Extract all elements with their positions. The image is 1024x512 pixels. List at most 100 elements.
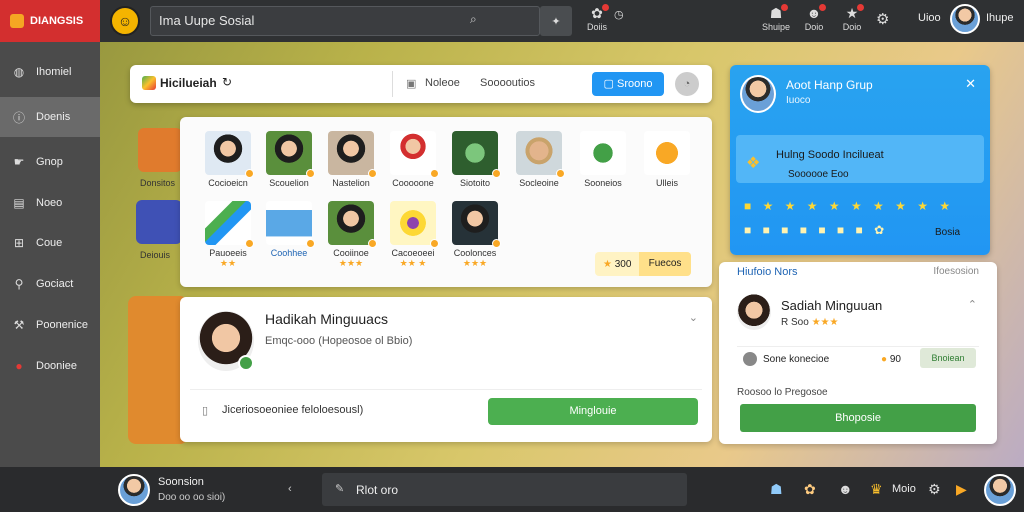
member-coin-button[interactable]: Bnoiean [920, 348, 976, 368]
attachment-icon[interactable]: ▯ [202, 404, 208, 417]
member-action-button[interactable]: Bhoposie [740, 404, 976, 432]
sidebar-item-2[interactable]: ⓘ Doenis [0, 97, 100, 137]
event-subtitle: Soooooe Eoo [788, 169, 849, 180]
group-info-card: Aoot Hanp Grup Iuoco ✕ ❖ Hulng Soodo Inc… [730, 65, 990, 255]
message-row: ▯ Jiceriosoeoniee feloloesousl) Mingloui… [190, 389, 702, 433]
top-user-label2[interactable]: Ihupe [986, 12, 1014, 24]
chat-icon: ▢ [603, 78, 617, 90]
close-icon[interactable]: ✕ [965, 76, 976, 92]
sticker-item[interactable]: Siotoito [444, 131, 506, 201]
sidebar-item-3[interactable]: ☛ Gnop [0, 142, 100, 182]
sticker-item[interactable]: Cacoeoeei ★★ ★ [382, 201, 444, 271]
bottom-friend-avatar[interactable] [984, 474, 1016, 506]
member-note: Roosoo lo Pregosoe [737, 387, 828, 398]
sticker-item[interactable]: Cooiinoe ★★★ [320, 201, 382, 271]
chevron-left-icon[interactable]: ‹ [288, 483, 292, 495]
sidebar-item-label: Gnop [36, 156, 63, 168]
trophy-icon[interactable]: ♛ [870, 481, 883, 498]
send-button[interactable]: Minglouie [488, 398, 698, 425]
top-shop[interactable]: ☗ Shuipe [756, 4, 796, 40]
left-deco-label2: Deiouis [140, 250, 171, 260]
left-deco-label: Donsitos [140, 178, 176, 188]
shop-icon[interactable]: ☗ [770, 481, 783, 498]
group-avatar[interactable] [740, 75, 776, 113]
gift-icon[interactable]: ✿ [804, 481, 816, 498]
left-deco-game-tile [138, 128, 182, 172]
top-status-icon[interactable]: ◷ [614, 8, 624, 21]
options-icon[interactable]: ◔ [675, 72, 699, 96]
sticker-item[interactable]: Socleoine [508, 131, 570, 201]
member-panel: Hiufoio Nors Ifoesosion Sadiah Minguuan … [719, 262, 997, 444]
play-icon[interactable]: ▶ [956, 481, 967, 498]
sidebar-item-7[interactable]: ⚒ Poonenice [0, 305, 100, 345]
sidebar-item-label: Doenis [36, 111, 71, 123]
divider [392, 71, 393, 97]
sticker-item[interactable]: Nastelion [320, 131, 382, 201]
sidebar-item-label: Noeo [36, 197, 63, 209]
notes-tab[interactable]: Noleoe [425, 77, 460, 89]
member-avatar[interactable] [737, 294, 771, 330]
more-label[interactable]: Moio [892, 483, 916, 495]
top-user-label[interactable]: Uioo [918, 12, 941, 24]
bottom-user-name: Soonsion [158, 476, 204, 488]
gear-icon[interactable]: ⚙ [876, 10, 889, 28]
sticker-stars: ★★★ [338, 258, 364, 268]
sticker-item[interactable]: Ulleis [636, 131, 698, 201]
group-title[interactable]: Hicilueiah [160, 76, 217, 90]
sticker-item[interactable]: Coohhee [258, 201, 320, 271]
top-rewards[interactable]: ★ Doio [832, 4, 872, 40]
game-mascot-icon[interactable]: ☺ [110, 6, 140, 36]
search-icon[interactable]: ⌕ [470, 12, 477, 27]
sticker-label: Cacoeoeei [391, 248, 435, 258]
sticker-label: Nastelion [332, 178, 370, 188]
people-icon[interactable]: ☻ [838, 481, 853, 497]
sidebar-item-1[interactable]: ◍ Ihomiel [0, 52, 100, 92]
chevron-down-icon[interactable]: ⌄ [689, 311, 698, 324]
tool-icon: ⚒ [13, 318, 25, 332]
coin-icon: ★ [603, 258, 615, 270]
group-action-button[interactable]: ▢ Sroono [592, 72, 664, 96]
brand[interactable]: DIANGSIS [0, 0, 100, 42]
lock-icon: ▣ [406, 78, 417, 90]
search-input[interactable]: Ima Uupe Sosial [150, 6, 540, 36]
message-input[interactable]: Jiceriosoeoniee feloloesousl) [222, 404, 363, 416]
settings-icon[interactable]: ⚙ [928, 481, 941, 498]
group-info-subtitle: Iuoco [786, 95, 811, 106]
group-bar: Hicilueiah ↻ ▣ Noleoe Sooooutios ▢ Sroon… [130, 65, 712, 103]
top-notifications[interactable]: ✿ Doiis [577, 4, 617, 40]
bottom-user-avatar[interactable] [118, 474, 150, 506]
sidebar-item-label: Poonenice [36, 319, 88, 331]
sticker-item[interactable]: Cocioeicn [197, 131, 259, 201]
reward-stars-row: ■ ★ ★ ★ ★ ★ ★ ★ ★ ★ [744, 199, 955, 213]
top-friends[interactable]: ☻ Doio [794, 4, 834, 40]
sidebar-item-5[interactable]: ⊞ Coue [0, 223, 100, 263]
member-coins: ● 90 [881, 354, 901, 365]
sticker-item[interactable]: Scouelion [258, 131, 320, 201]
sticker-label: Scouelion [269, 178, 309, 188]
sticker-item[interactable]: Coolonces ★★★ [444, 201, 506, 271]
sidebar-item-6[interactable]: ⚲ Gociact [0, 264, 100, 304]
top-rewards-label: Doio [842, 22, 862, 32]
sticker-item[interactable]: Sooneios [572, 131, 634, 201]
chevron-up-icon[interactable]: ⌃ [968, 298, 977, 311]
resources-tab[interactable]: Sooooutios [480, 77, 535, 89]
info-icon: ⓘ [12, 110, 25, 125]
coins-box[interactable]: ★ 300 Fuecos [595, 252, 691, 276]
sticker-label: Coohhee [270, 248, 308, 258]
sticker-label: Siotoito [459, 178, 491, 188]
search-button[interactable]: ✦ [540, 6, 572, 36]
sidebar-item-4[interactable]: ▤ Noeo [0, 183, 100, 223]
grid-icon: ▤ [13, 196, 25, 210]
group-action-label: Sroono [616, 78, 653, 90]
event-title: Hulng Soodo Incilueat [776, 149, 884, 161]
pin-icon: ⚲ [14, 277, 24, 291]
sidebar-item-8[interactable]: ● Dooniee [0, 346, 100, 386]
sticker-item[interactable]: Pauoeeis ★★ [197, 201, 259, 271]
refresh-icon[interactable]: ↻ [222, 75, 232, 89]
friends-icon: ☻ [806, 5, 822, 21]
bonus-label: Bosia [934, 227, 960, 238]
top-user-avatar[interactable] [950, 4, 980, 34]
member-rating: R Soo ★★★ [781, 317, 838, 328]
member-panel-header-right[interactable]: Ifoesosion [933, 266, 979, 277]
sticker-item[interactable]: Cooooone [382, 131, 444, 201]
